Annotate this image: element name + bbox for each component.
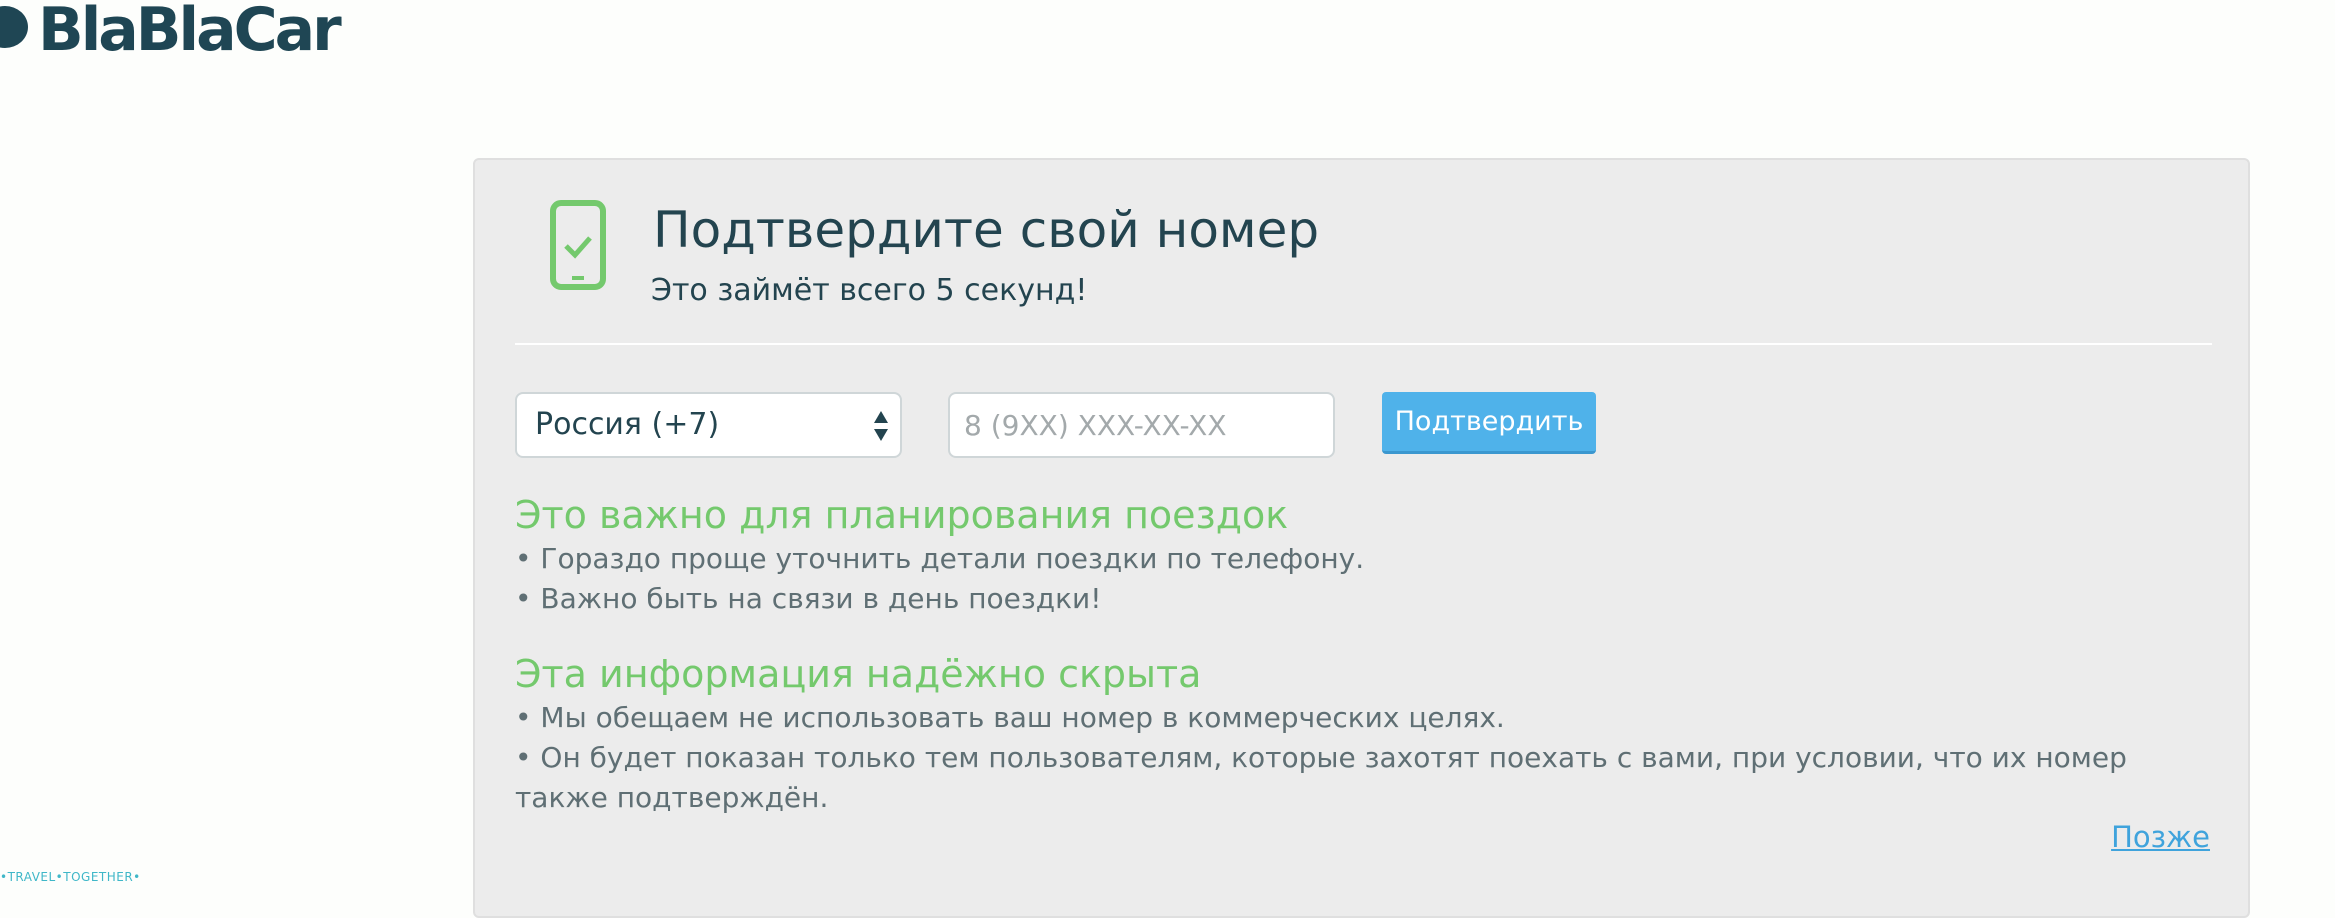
section-heading-privacy: Эта информация надёжно скрыта	[515, 652, 1202, 696]
divider	[515, 343, 2212, 345]
logo[interactable]: BlaBlaCar	[38, 0, 342, 66]
sort-arrows-icon	[874, 411, 888, 441]
section-heading-planning: Это важно для планирования поездок	[515, 493, 1289, 537]
tagline: •TRAVEL•TOGETHER•	[0, 870, 141, 884]
country-select[interactable]: Россия (+7)	[515, 392, 902, 458]
site-header: BlaBlaCar	[0, 0, 2335, 90]
page-title: Подтвердите свой номер	[653, 201, 1320, 259]
page-subtitle: Это займёт всего 5 секунд!	[651, 273, 1088, 308]
bullet-item: • Он будет показан только тем пользовате…	[515, 741, 2127, 814]
bullet-item: • Важно быть на связи в день поездки!	[515, 582, 1102, 615]
logo-mark	[0, 6, 28, 48]
bullet-item: • Мы обещаем не использовать ваш номер в…	[515, 701, 1505, 734]
bullet-item: • Гораздо проще уточнить детали поездки …	[515, 542, 1365, 575]
verify-phone-dialog: Подтвердите свой номер Это займёт всего …	[473, 158, 2250, 918]
phone-check-icon	[550, 200, 606, 290]
country-select-value: Россия (+7)	[535, 407, 720, 442]
confirm-button[interactable]: Подтвердить	[1382, 392, 1596, 454]
phone-number-input[interactable]	[948, 392, 1335, 458]
later-link[interactable]: Позже	[2111, 820, 2210, 854]
